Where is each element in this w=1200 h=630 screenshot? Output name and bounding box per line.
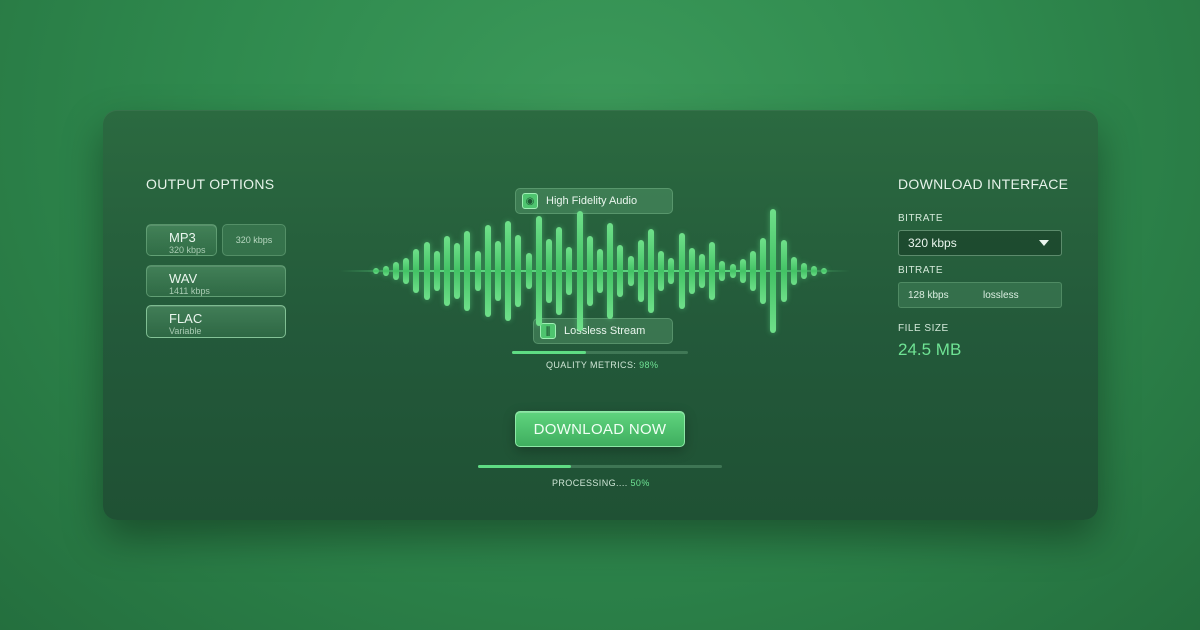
processing-label: PROCESSING.... xyxy=(552,478,628,488)
waveform-bar xyxy=(801,263,807,279)
waveform-bar xyxy=(760,238,767,304)
waveform-bar xyxy=(372,268,379,274)
waveform-bar xyxy=(678,233,685,309)
processing-value: 50% xyxy=(630,478,650,488)
waveform-bar xyxy=(444,236,450,306)
waveform-bar xyxy=(648,229,654,313)
waveform-bar xyxy=(729,264,736,278)
processing-caption: PROCESSING.... 50% xyxy=(552,478,650,488)
format-name: WAV xyxy=(169,271,198,286)
waveform-bar xyxy=(709,242,716,300)
waveform-bar xyxy=(699,254,705,288)
format-detail: 320 kbps xyxy=(169,245,206,255)
waveform-bar xyxy=(464,231,471,311)
bitrate-label: BITRATE xyxy=(898,213,943,224)
waveform-bar xyxy=(811,266,818,276)
quality-label: QUALITY METRICS: xyxy=(546,360,637,370)
high-fidelity-label: High Fidelity Audio xyxy=(546,195,638,207)
output-options-title: OUTPUT OPTIONS xyxy=(146,176,275,192)
waveform-bar xyxy=(637,240,644,302)
waveform-bar xyxy=(658,251,665,291)
bitrate-select[interactable]: 320 kbps xyxy=(898,230,1062,256)
waveform-bar xyxy=(750,251,756,291)
file-size-label: FILE SIZE xyxy=(898,323,949,334)
processing-track xyxy=(478,465,722,468)
waveform-bar xyxy=(423,242,430,300)
waveform-bar xyxy=(739,259,746,283)
download-now-button[interactable]: DOWNLOAD NOW xyxy=(515,411,685,447)
download-interface-title: DOWNLOAD INTERFACE xyxy=(898,176,1069,192)
waveform-bar xyxy=(780,240,787,302)
lossless-stream-chip: ∥ Lossless Stream xyxy=(533,318,673,344)
format-mp3-button[interactable]: MP3 320 kbps xyxy=(146,224,217,256)
format-flac-button[interactable]: FLAC Variable xyxy=(146,305,286,338)
high-fidelity-chip: ◉ High Fidelity Audio xyxy=(515,188,673,214)
waveform-bar xyxy=(495,241,501,301)
bitrate-options[interactable]: 128 kbps lossless xyxy=(898,282,1062,308)
waveform-bar xyxy=(586,236,593,306)
format-wav-button[interactable]: WAV 1411 kbps xyxy=(146,265,286,297)
stream-icon: ∥ xyxy=(540,323,556,339)
waveform-bar xyxy=(413,249,420,293)
waveform-bar xyxy=(454,243,461,299)
waveform-bar xyxy=(607,223,614,319)
waveform-bar xyxy=(576,211,583,331)
format-detail: 1411 kbps xyxy=(169,286,210,296)
bitrate-selected-value: 320 kbps xyxy=(908,236,957,250)
waveform-bar xyxy=(433,251,440,291)
format-detail: Variable xyxy=(169,326,202,336)
waveform-bar xyxy=(668,258,675,284)
waveform-bar xyxy=(719,261,726,281)
waveform-bar xyxy=(403,258,410,284)
waveform-bar xyxy=(474,251,481,291)
waveform-bar xyxy=(525,253,532,289)
file-size-value: 24.5 MB xyxy=(898,340,962,359)
bitrate-label-2: BITRATE xyxy=(898,265,943,276)
format-name: FLAC xyxy=(169,311,203,326)
waveform-bar xyxy=(566,247,573,295)
quality-metrics-caption: QUALITY METRICS: 98% xyxy=(546,360,658,370)
mp3-bitrate-chip[interactable]: 320 kbps xyxy=(222,224,286,256)
waveform-bar xyxy=(790,257,797,285)
waveform-bar xyxy=(535,216,542,326)
waveform-bar xyxy=(627,256,634,286)
waveform-bar xyxy=(393,262,399,280)
format-name: MP3 xyxy=(169,230,196,245)
waveform-bar xyxy=(515,235,522,307)
bitrate-option-128[interactable]: 128 kbps xyxy=(908,290,949,301)
waveform-bar xyxy=(505,221,512,321)
waveform-bar xyxy=(484,225,491,317)
waveform-bar xyxy=(770,209,777,333)
waveform-bar xyxy=(556,227,563,315)
processing-fill xyxy=(478,465,571,468)
waveform-bar xyxy=(688,248,695,294)
waveform-bar xyxy=(382,266,389,276)
waveform-bar xyxy=(546,239,552,303)
quality-track xyxy=(512,351,688,354)
waveform-bar xyxy=(597,249,603,293)
disc-icon: ◉ xyxy=(522,193,538,209)
quality-fill xyxy=(512,351,587,354)
waveform-bar xyxy=(617,245,624,297)
quality-value: 98% xyxy=(639,360,659,370)
chevron-down-icon xyxy=(1039,240,1049,246)
bitrate-option-lossless[interactable]: lossless xyxy=(983,290,1019,301)
